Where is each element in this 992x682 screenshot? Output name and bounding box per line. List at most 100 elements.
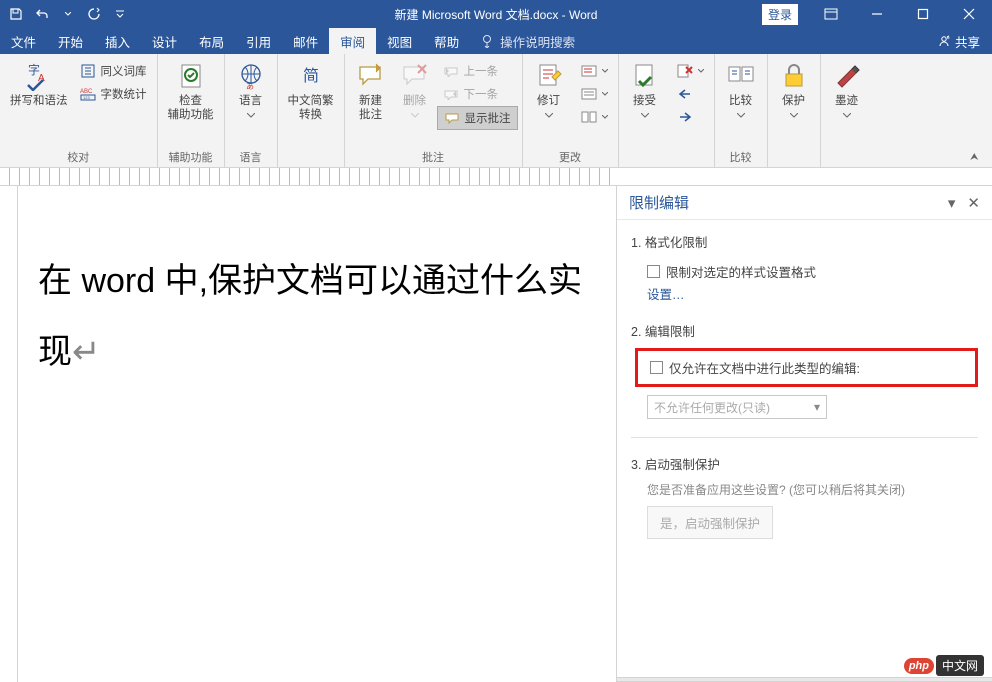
- compare-icon: [725, 60, 757, 92]
- group-comments: 新建 批注 删除 上一条 下一条 显示批注: [345, 54, 523, 167]
- tab-insert[interactable]: 插入: [94, 28, 141, 54]
- formatting-restriction-checkbox[interactable]: [647, 265, 660, 278]
- delete-comment-button: 删除: [393, 58, 437, 125]
- close-icon[interactable]: [946, 0, 992, 28]
- formatting-restriction-label: 限制对选定的样式设置格式: [666, 262, 816, 281]
- compare-label: 比较: [729, 94, 752, 123]
- spelling-grammar-button[interactable]: 字A 拼写和语法: [4, 58, 74, 110]
- compare-button[interactable]: 比较: [719, 58, 763, 125]
- protect-button[interactable]: 保护: [772, 58, 816, 125]
- editing-type-dropdown[interactable]: 不允许任何更改(只读) ▾: [647, 395, 827, 419]
- protect-icon: [778, 60, 810, 92]
- editing-restriction-checkbox[interactable]: [650, 361, 663, 374]
- chinese-icon: 简: [295, 60, 327, 92]
- section-divider: [631, 437, 978, 438]
- tab-file[interactable]: 文件: [0, 28, 47, 54]
- login-button[interactable]: 登录: [762, 4, 798, 25]
- section-3-heading: 3. 启动强制保护: [631, 454, 978, 473]
- check-accessibility-button[interactable]: 检查 辅助功能: [162, 58, 220, 125]
- chinese-convert-button[interactable]: 简 中文简繁 转换: [282, 58, 340, 125]
- spelling-label: 拼写和语法: [10, 94, 68, 108]
- minimize-icon[interactable]: [854, 0, 900, 28]
- group-chinese: 简 中文简繁 转换: [278, 54, 345, 167]
- restrict-editing-pane: 限制编辑 ▾ ✕ 1. 格式化限制 限制对选定的样式设置格式 设置… 2. 编辑…: [616, 186, 992, 682]
- group-ink-label: [825, 151, 869, 165]
- word-count-icon: ABC123: [80, 86, 96, 102]
- maximize-icon[interactable]: [900, 0, 946, 28]
- next-change-button[interactable]: [671, 106, 710, 128]
- vertical-ruler[interactable]: [0, 186, 18, 682]
- document-viewport[interactable]: 在 word 中,保护文档可以通过什么实现↵: [18, 186, 616, 682]
- pane-options-icon[interactable]: ▾: [948, 194, 956, 212]
- pane-section-formatting: 1. 格式化限制 限制对选定的样式设置格式 设置…: [631, 232, 978, 303]
- tab-help[interactable]: 帮助: [423, 28, 470, 54]
- chevron-down-icon: ▾: [814, 400, 820, 414]
- tab-review[interactable]: 审阅: [329, 28, 376, 54]
- section-2-heading: 2. 编辑限制: [631, 321, 978, 340]
- pane-body: 1. 格式化限制 限制对选定的样式设置格式 设置… 2. 编辑限制 仅允许在文档…: [617, 220, 992, 569]
- save-icon[interactable]: [8, 0, 24, 28]
- qat-customize-icon[interactable]: [112, 0, 128, 28]
- accept-button[interactable]: 接受: [623, 58, 667, 125]
- horizontal-ruler[interactable]: [0, 168, 992, 186]
- reviewing-pane-dropdown[interactable]: [575, 106, 614, 128]
- tell-me-label: 操作说明搜索: [500, 32, 575, 51]
- show-comments-label: 显示批注: [465, 110, 511, 126]
- document-page: 在 word 中,保护文档可以通过什么实现↵: [38, 246, 606, 389]
- show-markup-dropdown[interactable]: [575, 83, 614, 105]
- track-changes-button[interactable]: 修订: [527, 58, 571, 125]
- group-compare: 比较 比较: [715, 54, 768, 167]
- next-icon: [443, 86, 459, 102]
- pane-close-icon[interactable]: ✕: [967, 194, 980, 212]
- start-enforcement-button: 是，启动强制保护: [647, 506, 773, 539]
- watermark: php 中文网: [904, 655, 984, 676]
- language-button[interactable]: あ 语言: [229, 58, 273, 125]
- pane-section-enforce: 3. 启动强制保护 您是否准备应用这些设置? (您可以稍后将其关闭) 是，启动强…: [631, 454, 978, 539]
- show-comments-button[interactable]: 显示批注: [437, 106, 518, 130]
- group-changes-label: [623, 151, 710, 165]
- word-count-button[interactable]: ABC123 字数统计: [74, 83, 153, 105]
- editing-type-value: 不允许任何更改(只读): [654, 399, 770, 416]
- group-tracking: 修订 更改: [523, 54, 619, 167]
- display-for-review-dropdown[interactable]: [575, 60, 614, 82]
- tab-mailings[interactable]: 邮件: [282, 28, 329, 54]
- chinese-label: 中文简繁 转换: [288, 94, 334, 123]
- pane-section-editing: 2. 编辑限制 仅允许在文档中进行此类型的编辑: 不允许任何更改(只读) ▾: [631, 321, 978, 419]
- tab-home[interactable]: 开始: [47, 28, 94, 54]
- formatting-settings-link[interactable]: 设置…: [631, 284, 978, 303]
- tab-references[interactable]: 引用: [235, 28, 282, 54]
- prev-label: 上一条: [464, 63, 499, 79]
- collapse-ribbon-icon[interactable]: ⮝: [970, 152, 988, 166]
- undo-icon[interactable]: [34, 0, 50, 28]
- accept-icon: [629, 60, 661, 92]
- track-icon: [533, 60, 565, 92]
- previous-change-button[interactable]: [671, 83, 710, 105]
- tab-view[interactable]: 视图: [376, 28, 423, 54]
- redo-icon[interactable]: [86, 0, 102, 28]
- svg-text:あ: あ: [246, 82, 254, 91]
- undo-dropdown-icon[interactable]: [60, 0, 76, 28]
- pane-splitter[interactable]: [617, 677, 992, 682]
- reject-button[interactable]: [671, 60, 710, 82]
- accessibility-label: 检查 辅助功能: [168, 94, 214, 123]
- group-comments-label: 批注: [349, 147, 518, 165]
- prev-icon: [443, 63, 459, 79]
- tab-layout[interactable]: 布局: [188, 28, 235, 54]
- new-comment-button[interactable]: 新建 批注: [349, 58, 393, 125]
- accept-label: 接受: [633, 94, 656, 123]
- paragraph-mark-icon: ↵: [72, 333, 101, 371]
- ink-button[interactable]: 墨迹: [825, 58, 869, 125]
- thesaurus-button[interactable]: 同义词库: [74, 60, 153, 82]
- thesaurus-icon: [80, 63, 96, 79]
- prev-comment-button: 上一条: [437, 60, 518, 82]
- share-button[interactable]: 共享: [925, 28, 992, 54]
- tell-me-search[interactable]: 操作说明搜索: [470, 28, 585, 54]
- quick-access-toolbar: [0, 0, 128, 28]
- section-1-heading: 1. 格式化限制: [631, 232, 978, 251]
- group-language: あ 语言 语言: [225, 54, 278, 167]
- group-proofing-label: 校对: [4, 147, 153, 165]
- tab-design[interactable]: 设计: [141, 28, 188, 54]
- svg-text:123: 123: [83, 95, 90, 100]
- group-language-label: 语言: [229, 147, 273, 165]
- ribbon-display-icon[interactable]: [808, 0, 854, 28]
